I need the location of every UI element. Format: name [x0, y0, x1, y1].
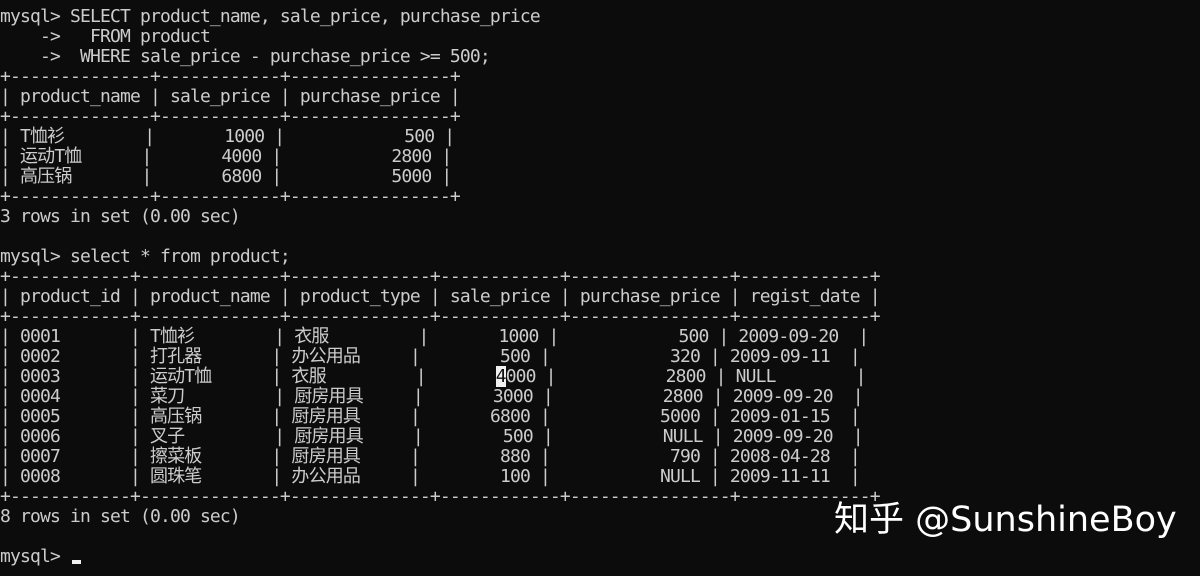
- terminal-line: | 0003 | 运动T恤 | 衣服 | 4000 | 2800 | NULL …: [0, 366, 866, 387]
- zhihu-watermark: 知乎 @SunshineBoy: [834, 500, 1177, 540]
- terminal-line: | 0005 | 高压锅 | 厨房用具 | 6800 | 5000 | 2009…: [0, 406, 861, 427]
- terminal-window[interactable]: mysql> SELECT product_name, sale_price, …: [0, 7, 1200, 576]
- terminal-line: | 0007 | 擦菜板 | 厨房用具 | 880 | 790 | 2008-0…: [0, 446, 861, 467]
- terminal-line: | 0002 | 打孔器 | 办公用品 | 500 | 320 | 2009-0…: [0, 346, 861, 367]
- terminal-line: mysql> SELECT product_name, sale_price, …: [0, 7, 541, 27]
- selected-character: 4: [495, 366, 507, 387]
- mysql-prompt: mysql>: [0, 546, 61, 567]
- terminal-line: | 0006 | 叉子 | 厨房用具 | 500 | NULL | 2009-0…: [0, 426, 864, 447]
- terminal-line: | product_name | sale_price | purchase_p…: [0, 86, 461, 107]
- terminal-line: | 高压锅 | 6800 | 5000 |: [0, 166, 452, 187]
- active-prompt-line[interactable]: mysql>: [0, 547, 1200, 567]
- terminal-line: +--------------+------------+-----------…: [0, 106, 461, 127]
- terminal-line: +------------+--------------+-----------…: [0, 306, 881, 327]
- terminal-line: | 0008 | 圆珠笔 | 办公用品 | 100 | NULL | 2009-…: [0, 466, 861, 487]
- text-cursor: [71, 560, 81, 564]
- terminal-line: 3 rows in set (0.00 sec): [0, 206, 241, 227]
- terminal-line: | T恤衫 | 1000 | 500 |: [0, 126, 455, 147]
- terminal-line: +--------------+------------+-----------…: [0, 66, 461, 87]
- terminal-line: +------------+--------------+-----------…: [0, 266, 881, 287]
- terminal-line: +--------------+------------+-----------…: [0, 186, 461, 207]
- terminal-line: | 0004 | 菜刀 | 厨房用具 | 3000 | 2800 | 2009-…: [0, 386, 864, 407]
- terminal-line: -> WHERE sale_price - purchase_price >= …: [0, 46, 491, 67]
- terminal-line: | 运动T恤 | 4000 | 2800 |: [0, 146, 452, 167]
- terminal-line: | product_id | product_name | product_ty…: [0, 286, 881, 307]
- terminal-line: | 0001 | T恤衫 | 衣服 | 1000 | 500 | 2009-09…: [0, 326, 869, 347]
- terminal-line: mysql> select * from product;: [0, 246, 291, 267]
- terminal-line: -> FROM product: [0, 26, 211, 47]
